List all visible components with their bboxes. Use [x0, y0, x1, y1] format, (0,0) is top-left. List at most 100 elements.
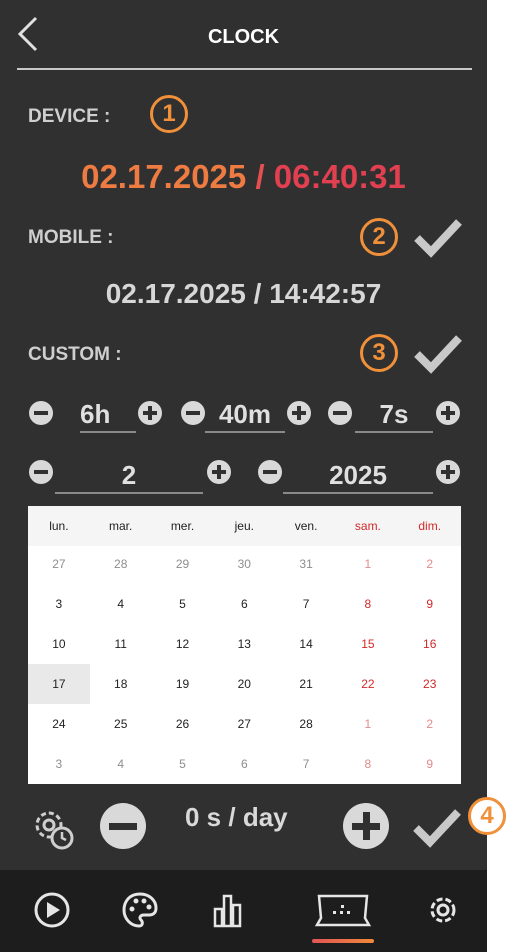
- calendar-day[interactable]: 30: [213, 544, 275, 584]
- gear-icon: [430, 897, 456, 923]
- mobile-label: MOBILE :: [28, 227, 114, 248]
- calendar-day[interactable]: 1: [337, 544, 399, 584]
- mobile-date: 02.17.2025: [105, 278, 246, 309]
- calendar-day[interactable]: 16: [399, 624, 461, 664]
- seconds-increment-button[interactable]: [436, 401, 460, 425]
- active-tab-indicator: [312, 939, 374, 943]
- calendar-day[interactable]: 7: [275, 744, 337, 784]
- calendar-day[interactable]: 7: [275, 584, 337, 624]
- bar-chart-icon: [213, 894, 242, 928]
- calendar-day[interactable]: 11: [90, 624, 152, 664]
- drift-apply-button[interactable]: [412, 808, 462, 853]
- weekday-thu: jeu.: [234, 519, 254, 533]
- calendar-day[interactable]: 12: [152, 624, 214, 664]
- calendar-day[interactable]: 4: [90, 584, 152, 624]
- calendar-day[interactable]: 23: [399, 664, 461, 704]
- calendar-day[interactable]: 9: [399, 584, 461, 624]
- calendar-day[interactable]: 25: [90, 704, 152, 744]
- custom-apply-button[interactable]: [413, 334, 463, 379]
- calendar-day[interactable]: 13: [213, 624, 275, 664]
- calendar-day[interactable]: 19: [152, 664, 214, 704]
- calendar-day[interactable]: 28: [275, 704, 337, 744]
- calendar-day[interactable]: 3: [28, 744, 90, 784]
- callout-badge-2: 2: [360, 218, 398, 256]
- hours-input[interactable]: 6h: [80, 397, 136, 433]
- calendar-week-row: 10 11 12 13 14 15 16: [28, 624, 461, 664]
- calendar-day[interactable]: 20: [213, 664, 275, 704]
- check-icon: [413, 809, 461, 848]
- play-icon: [34, 892, 70, 928]
- calendar-day[interactable]: 5: [152, 584, 214, 624]
- seconds-decrement-button[interactable]: [328, 401, 352, 425]
- mobile-separator: /: [253, 278, 262, 309]
- calendar-day[interactable]: 29: [152, 544, 214, 584]
- calendar-day[interactable]: 28: [90, 544, 152, 584]
- nav-play[interactable]: [22, 882, 82, 938]
- check-icon: [414, 219, 462, 258]
- calendar-day[interactable]: 27: [28, 544, 90, 584]
- nav-palette[interactable]: [110, 882, 170, 938]
- calendar-day[interactable]: 17: [28, 664, 90, 704]
- calendar-day[interactable]: 14: [275, 624, 337, 664]
- calendar-day[interactable]: 4: [90, 744, 152, 784]
- weekday-tue: mar.: [109, 519, 133, 533]
- custom-label: CUSTOM :: [28, 344, 122, 365]
- month-decrement-button[interactable]: [29, 460, 53, 484]
- minutes-increment-button[interactable]: [287, 401, 311, 425]
- weekday-sun: dim.: [418, 519, 442, 533]
- mobile-datetime: 02.17.2025 / 14:42:57: [0, 278, 487, 310]
- calendar-day[interactable]: 2: [399, 544, 461, 584]
- calendar-day[interactable]: 5: [152, 744, 214, 784]
- calendar-day[interactable]: 6: [213, 744, 275, 784]
- display-icon: [314, 894, 372, 927]
- mobile-time: 14:42:57: [269, 278, 382, 309]
- year-decrement-button[interactable]: [258, 460, 282, 484]
- calendar-day[interactable]: 22: [337, 664, 399, 704]
- drift-decrement-button[interactable]: [100, 803, 146, 849]
- device-date: 02.17.2025: [81, 158, 247, 195]
- weekday-sat: sam.: [354, 519, 381, 533]
- hours-increment-button[interactable]: [138, 401, 162, 425]
- calendar-weekday-row: lun. mar. mer. jeu. ven. sam. dim.: [28, 506, 461, 546]
- header: CLOCK: [0, 0, 487, 70]
- weekday-mon: lun.: [49, 519, 69, 533]
- calendar-day[interactable]: 3: [28, 584, 90, 624]
- calendar-day[interactable]: 1: [337, 704, 399, 744]
- minutes-input[interactable]: 40m: [205, 397, 285, 433]
- weekday-wed: mer.: [170, 519, 195, 533]
- calendar-day[interactable]: 9: [399, 744, 461, 784]
- calendar-day[interactable]: 8: [337, 744, 399, 784]
- calendar-day[interactable]: 27: [213, 704, 275, 744]
- calendar-day[interactable]: 26: [152, 704, 214, 744]
- seconds-input[interactable]: 7s: [355, 397, 433, 433]
- nav-stats[interactable]: [198, 882, 258, 938]
- calendar-day[interactable]: 31: [275, 544, 337, 584]
- month-input[interactable]: 2: [55, 458, 203, 494]
- device-time: 06:40:31: [273, 158, 406, 195]
- page-title: CLOCK: [207, 26, 280, 48]
- calendar-day[interactable]: 6: [213, 584, 275, 624]
- clock-settings-button[interactable]: [30, 806, 76, 857]
- calendar-day[interactable]: 10: [28, 624, 90, 664]
- hours-decrement-button[interactable]: [29, 401, 53, 425]
- device-label: DEVICE :: [28, 106, 111, 127]
- palette-icon: [122, 892, 158, 928]
- calendar-week-row: 27 28 29 30 31 1 2: [28, 544, 461, 584]
- calendar-day[interactable]: 18: [90, 664, 152, 704]
- drift-increment-button[interactable]: [343, 803, 389, 849]
- minutes-decrement-button[interactable]: [181, 401, 205, 425]
- device-datetime: 02.17.2025 / 06:40:31: [0, 158, 487, 196]
- nav-display[interactable]: [313, 882, 373, 938]
- calendar-day[interactable]: 24: [28, 704, 90, 744]
- year-input[interactable]: 2025: [283, 458, 433, 494]
- calendar-day[interactable]: 8: [337, 584, 399, 624]
- calendar-day[interactable]: 2: [399, 704, 461, 744]
- mobile-apply-button[interactable]: [413, 218, 463, 263]
- calendar-day[interactable]: 21: [275, 664, 337, 704]
- callout-badge-3: 3: [360, 334, 398, 372]
- clock-screen: CLOCK DEVICE : 1 02.17.2025 / 06:40:31 M…: [0, 0, 487, 952]
- nav-settings[interactable]: [413, 882, 473, 938]
- year-increment-button[interactable]: [436, 460, 460, 484]
- month-increment-button[interactable]: [207, 460, 231, 484]
- calendar-day[interactable]: 15: [337, 624, 399, 664]
